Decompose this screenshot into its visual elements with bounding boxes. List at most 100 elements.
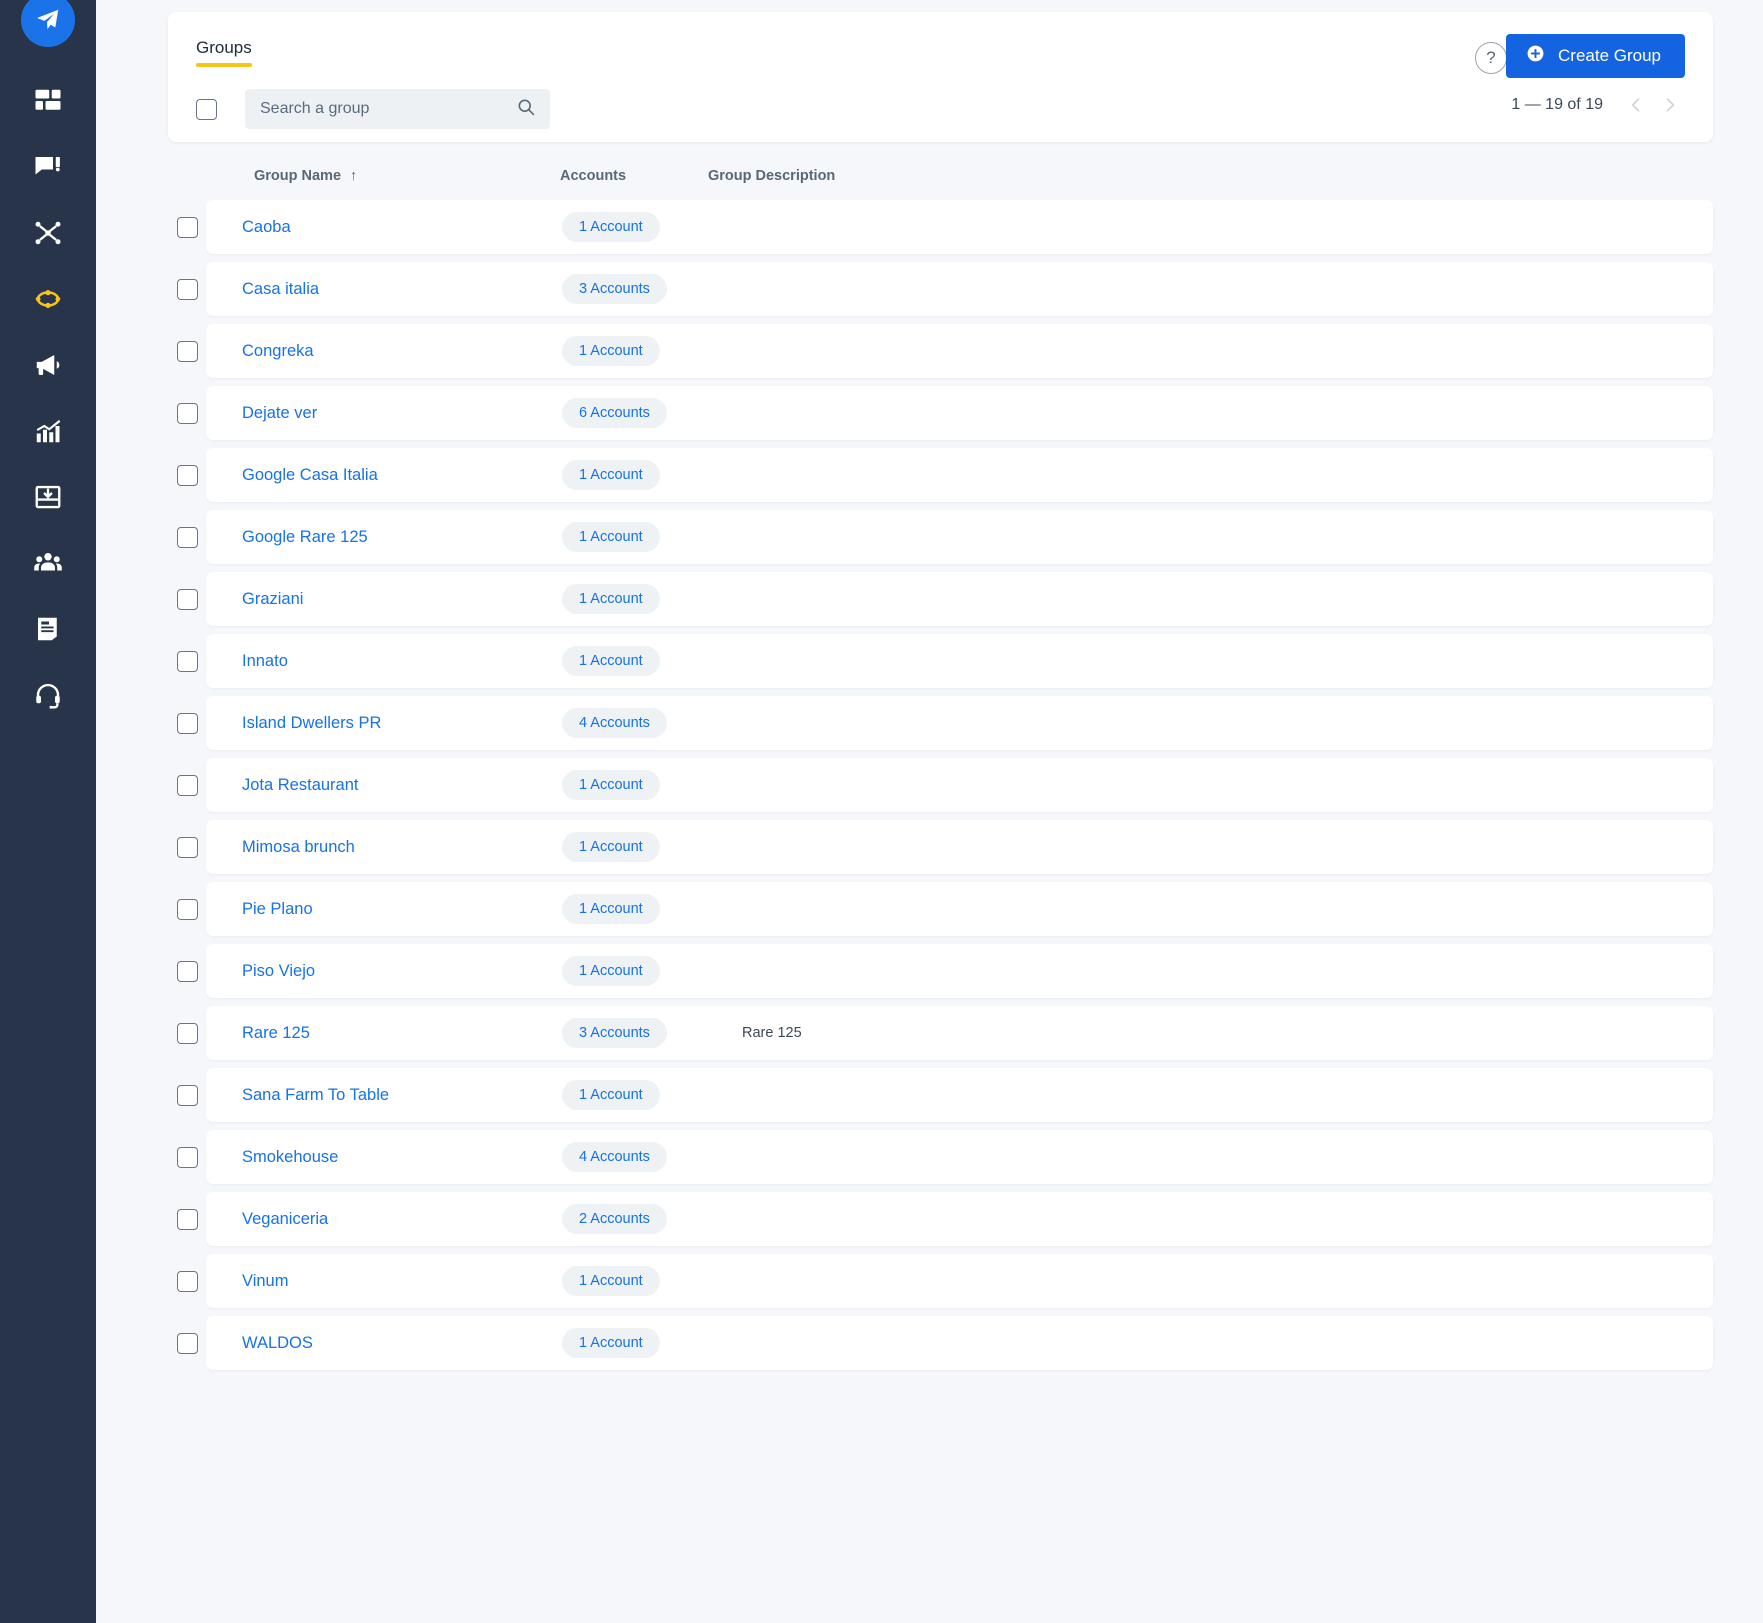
group-name-link[interactable]: WALDOS bbox=[206, 1334, 562, 1353]
group-name-link[interactable]: Google Rare 125 bbox=[206, 528, 562, 547]
accounts-badge[interactable]: 1 Account bbox=[562, 832, 660, 862]
group-name-link[interactable]: Innato bbox=[206, 652, 562, 671]
row-checkbox[interactable] bbox=[176, 588, 198, 610]
row-checkbox[interactable] bbox=[176, 1084, 198, 1106]
row-card[interactable]: Island Dwellers PR 4 Accounts bbox=[206, 696, 1713, 750]
accounts-badge[interactable]: 1 Account bbox=[562, 1266, 660, 1296]
sidebar-item-network[interactable] bbox=[0, 200, 96, 266]
column-header-group-description[interactable]: Group Description bbox=[708, 168, 1713, 184]
row-checkbox[interactable] bbox=[176, 278, 198, 300]
row-card[interactable]: Google Rare 125 1 Account bbox=[206, 510, 1713, 564]
accounts-badge[interactable]: 2 Accounts bbox=[562, 1204, 667, 1234]
tab-groups[interactable]: Groups bbox=[196, 38, 252, 67]
column-header-group-name[interactable]: Group Name ↑ bbox=[204, 168, 560, 184]
sidebar-item-dashboard[interactable] bbox=[0, 68, 96, 134]
row-card[interactable]: Piso Viejo 1 Account bbox=[206, 944, 1713, 998]
group-name-link[interactable]: Veganiceria bbox=[206, 1210, 562, 1229]
accounts-badge[interactable]: 1 Account bbox=[562, 336, 660, 366]
row-card[interactable]: Jota Restaurant 1 Account bbox=[206, 758, 1713, 812]
row-checkbox[interactable] bbox=[176, 1022, 198, 1044]
accounts-badge[interactable]: 1 Account bbox=[562, 956, 660, 986]
column-header-accounts[interactable]: Accounts bbox=[560, 168, 708, 184]
group-name-link[interactable]: Congreka bbox=[206, 342, 562, 361]
accounts-badge[interactable]: 3 Accounts bbox=[562, 1018, 667, 1048]
select-all-checkbox[interactable] bbox=[196, 98, 217, 120]
sidebar-item-analytics[interactable] bbox=[0, 398, 96, 464]
accounts-badge[interactable]: 1 Account bbox=[562, 584, 660, 614]
row-checkbox[interactable] bbox=[176, 898, 198, 920]
sidebar-item-inbox[interactable] bbox=[0, 464, 96, 530]
group-name-link[interactable]: Island Dwellers PR bbox=[206, 714, 562, 733]
accounts-badge[interactable]: 1 Account bbox=[562, 770, 660, 800]
row-card[interactable]: Veganiceria 2 Accounts bbox=[206, 1192, 1713, 1246]
sidebar-item-loyalty[interactable] bbox=[0, 266, 96, 332]
row-checkbox[interactable] bbox=[176, 712, 198, 734]
row-checkbox[interactable] bbox=[176, 402, 198, 424]
accounts-badge[interactable]: 4 Accounts bbox=[562, 708, 667, 738]
row-card[interactable]: Rare 125 3 Accounts Rare 125 bbox=[206, 1006, 1713, 1060]
group-name-link[interactable]: Casa italia bbox=[206, 280, 562, 299]
chevron-left-icon[interactable] bbox=[1621, 90, 1651, 120]
row-card[interactable]: Caoba 1 Account bbox=[206, 200, 1713, 254]
row-checkbox[interactable] bbox=[176, 526, 198, 548]
search-input[interactable] bbox=[260, 100, 516, 118]
group-name-link[interactable]: Sana Farm To Table bbox=[206, 1086, 562, 1105]
create-group-button[interactable]: Create Group bbox=[1506, 34, 1685, 78]
sidebar-item-messages[interactable] bbox=[0, 134, 96, 200]
row-card[interactable]: Dejate ver 6 Accounts bbox=[206, 386, 1713, 440]
row-card[interactable]: Graziani 1 Account bbox=[206, 572, 1713, 626]
accounts-badge[interactable]: 1 Account bbox=[562, 646, 660, 676]
group-name-link[interactable]: Smokehouse bbox=[206, 1148, 562, 1167]
row-card[interactable]: Pie Plano 1 Account bbox=[206, 882, 1713, 936]
accounts-badge[interactable]: 4 Accounts bbox=[562, 1142, 667, 1172]
row-card[interactable]: Mimosa brunch 1 Account bbox=[206, 820, 1713, 874]
group-name-link[interactable]: Mimosa brunch bbox=[206, 838, 562, 857]
sidebar-item-audiences[interactable] bbox=[0, 530, 96, 596]
app-logo[interactable] bbox=[0, 0, 96, 56]
row-card[interactable]: Google Casa Italia 1 Account bbox=[206, 448, 1713, 502]
row-checkbox[interactable] bbox=[176, 774, 198, 796]
table-header-row: Group Name ↑ Accounts Group Description bbox=[204, 142, 1713, 200]
sidebar-item-campaigns[interactable] bbox=[0, 332, 96, 398]
row-checkbox[interactable] bbox=[176, 464, 198, 486]
group-name-link[interactable]: Jota Restaurant bbox=[206, 776, 562, 795]
row-card[interactable]: WALDOS 1 Account bbox=[206, 1316, 1713, 1370]
accounts-badge[interactable]: 3 Accounts bbox=[562, 274, 667, 304]
row-checkbox[interactable] bbox=[176, 1270, 198, 1292]
accounts-badge[interactable]: 1 Account bbox=[562, 522, 660, 552]
accounts-badge[interactable]: 1 Account bbox=[562, 894, 660, 924]
group-name-link[interactable]: Piso Viejo bbox=[206, 962, 562, 981]
row-checkbox[interactable] bbox=[176, 340, 198, 362]
accounts-badge[interactable]: 1 Account bbox=[562, 1328, 660, 1358]
row-checkbox[interactable] bbox=[176, 1208, 198, 1230]
row-card[interactable]: Casa italia 3 Accounts bbox=[206, 262, 1713, 316]
accounts-badge[interactable]: 1 Account bbox=[562, 212, 660, 242]
search-icon[interactable] bbox=[516, 97, 536, 122]
search-group-box[interactable] bbox=[245, 89, 550, 129]
row-checkbox[interactable] bbox=[176, 216, 198, 238]
help-circle-icon[interactable]: ? bbox=[1475, 42, 1507, 74]
row-card[interactable]: Vinum 1 Account bbox=[206, 1254, 1713, 1308]
group-name-link[interactable]: Graziani bbox=[206, 590, 562, 609]
accounts-badge[interactable]: 6 Accounts bbox=[562, 398, 667, 428]
sidebar-item-support[interactable] bbox=[0, 662, 96, 728]
row-checkbox[interactable] bbox=[176, 960, 198, 982]
chevron-right-icon[interactable] bbox=[1655, 90, 1685, 120]
row-card[interactable]: Sana Farm To Table 1 Account bbox=[206, 1068, 1713, 1122]
group-name-link[interactable]: Dejate ver bbox=[206, 404, 562, 423]
group-name-link[interactable]: Google Casa Italia bbox=[206, 466, 562, 485]
group-name-link[interactable]: Vinum bbox=[206, 1272, 562, 1291]
row-checkbox[interactable] bbox=[176, 836, 198, 858]
row-card[interactable]: Congreka 1 Account bbox=[206, 324, 1713, 378]
group-name-link[interactable]: Pie Plano bbox=[206, 900, 562, 919]
row-card[interactable]: Innato 1 Account bbox=[206, 634, 1713, 688]
row-checkbox[interactable] bbox=[176, 650, 198, 672]
accounts-badge[interactable]: 1 Account bbox=[562, 460, 660, 490]
accounts-badge[interactable]: 1 Account bbox=[562, 1080, 660, 1110]
sidebar-item-reports[interactable] bbox=[0, 596, 96, 662]
group-name-link[interactable]: Rare 125 bbox=[206, 1024, 562, 1043]
row-card[interactable]: Smokehouse 4 Accounts bbox=[206, 1130, 1713, 1184]
row-checkbox[interactable] bbox=[176, 1332, 198, 1354]
group-name-link[interactable]: Caoba bbox=[206, 218, 562, 237]
row-checkbox[interactable] bbox=[176, 1146, 198, 1168]
